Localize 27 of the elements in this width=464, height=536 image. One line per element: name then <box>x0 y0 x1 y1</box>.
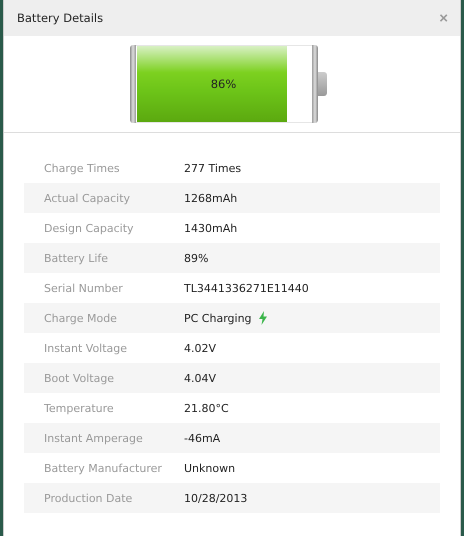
detail-value: 1268mAh <box>184 192 238 204</box>
window-title: Battery Details <box>17 11 104 25</box>
detail-label: Production Date <box>44 492 134 504</box>
detail-label: Instant Voltage <box>44 342 128 354</box>
detail-value: 4.02V <box>184 342 216 354</box>
detail-value: -46mA <box>184 432 220 444</box>
detail-label: Serial Number <box>44 282 124 294</box>
detail-label: Battery Life <box>44 252 110 264</box>
detail-value: Unknown <box>184 462 236 474</box>
battery-percentage: 86% <box>210 76 238 93</box>
detail-value: 21.80°C <box>184 402 229 414</box>
detail-label: Charge Times <box>44 162 121 174</box>
detail-value: 10/28/2013 <box>184 492 248 504</box>
detail-value: 89% <box>184 252 208 264</box>
detail-label: Charge Mode <box>44 312 118 324</box>
detail-value: TL3441336271E11440 <box>184 282 309 294</box>
detail-value: 4.04V <box>184 372 216 384</box>
detail-label: Design Capacity <box>44 222 135 234</box>
detail-label: Boot Voltage <box>44 372 116 384</box>
detail-label: Temperature <box>44 402 115 414</box>
detail-value: PC Charging <box>184 312 252 324</box>
detail-label: Actual Capacity <box>44 192 132 204</box>
close-button[interactable]: × <box>437 10 450 26</box>
detail-value: 1430mAh <box>184 222 238 234</box>
detail-label: Instant Amperage <box>44 432 144 444</box>
detail-label: Battery Manufacturer <box>44 462 163 474</box>
detail-value: 277 Times <box>184 162 242 174</box>
